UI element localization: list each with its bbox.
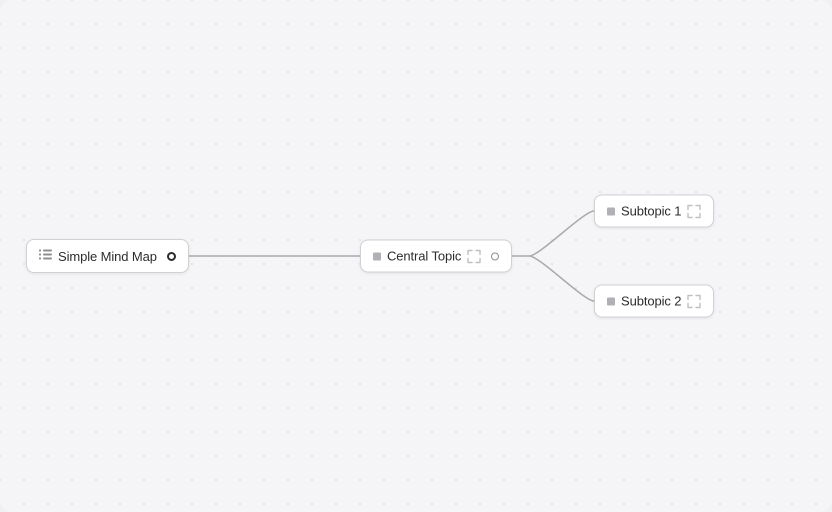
subtopic1-expand-icon[interactable]: [687, 204, 701, 218]
subtopic2-expand-icon[interactable]: [687, 294, 701, 308]
central-node-label: Central Topic: [387, 249, 461, 264]
root-collapse-dot[interactable]: [167, 252, 176, 261]
root-node-label: Simple Mind Map: [58, 249, 157, 264]
subtopic1-node-square: [607, 207, 615, 215]
mind-map-canvas: Simple Mind Map Central Topic Subtopic 1…: [0, 0, 832, 512]
central-collapse-dot[interactable]: [491, 252, 499, 260]
central-expand-icon[interactable]: [467, 249, 481, 263]
central-node-square: [373, 252, 381, 260]
root-node[interactable]: Simple Mind Map: [26, 239, 189, 273]
subtopic1-node[interactable]: Subtopic 1: [594, 195, 714, 228]
central-node[interactable]: Central Topic: [360, 240, 512, 273]
subtopic2-node-square: [607, 297, 615, 305]
list-icon: [39, 248, 52, 264]
subtopic2-node[interactable]: Subtopic 2: [594, 285, 714, 318]
subtopic2-node-label: Subtopic 2: [621, 294, 681, 309]
subtopic1-node-label: Subtopic 1: [621, 204, 681, 219]
